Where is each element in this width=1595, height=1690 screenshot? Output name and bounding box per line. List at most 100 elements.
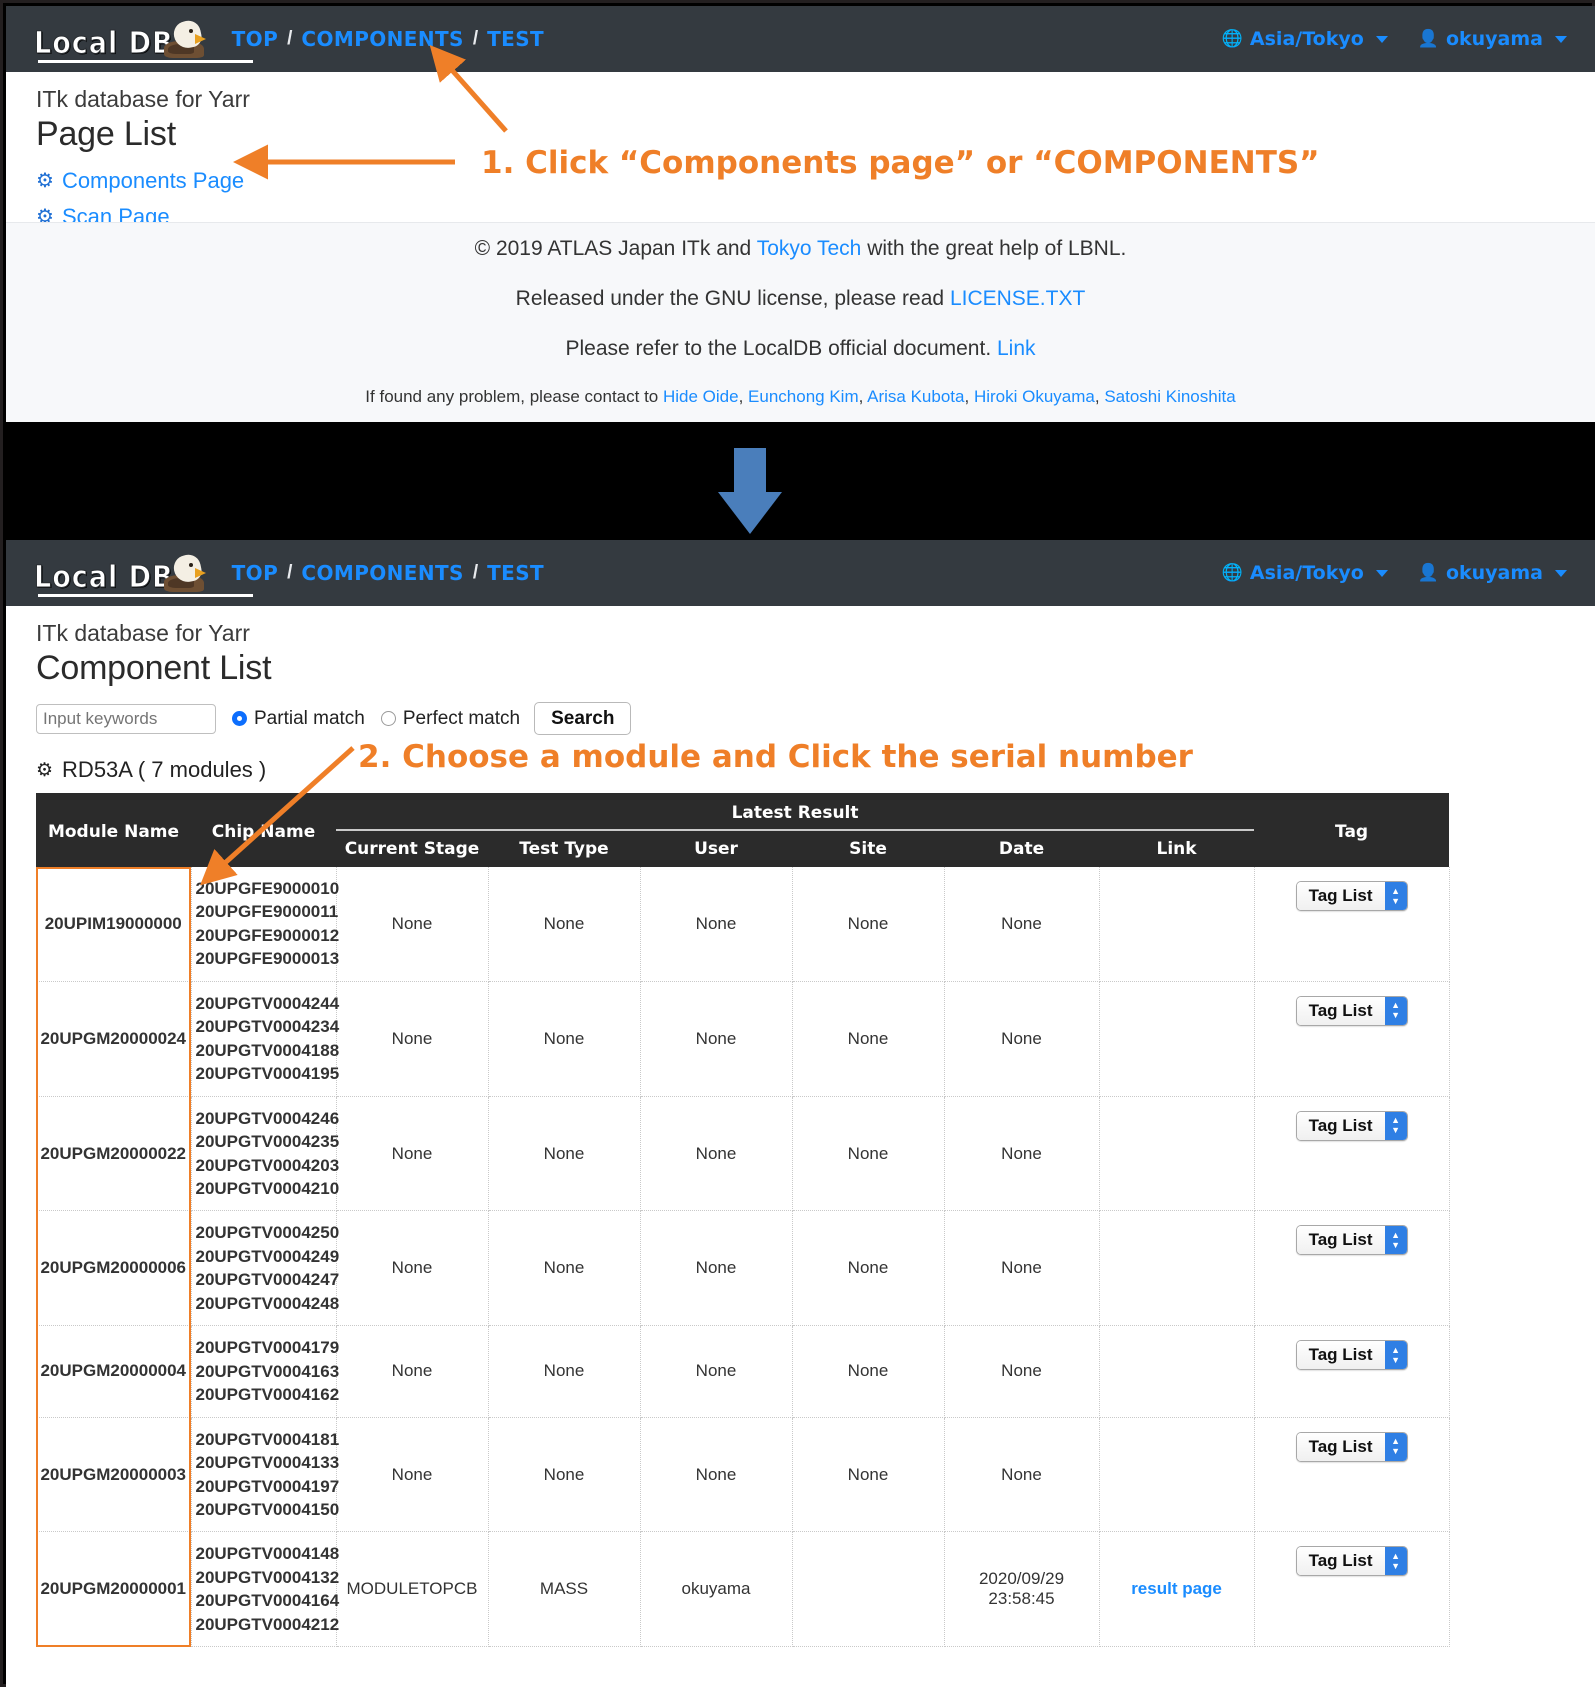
contact-link[interactable]: Satoshi Kinoshita [1104,387,1235,406]
col-link: Link [1099,830,1255,867]
breadcrumb-top[interactable]: TOP [232,27,279,51]
logo-text: Local DB [34,26,174,62]
cell-user: None [640,1417,793,1533]
user-menu[interactable]: 👤 okuyama [1418,562,1567,584]
col-latest-result-group: Latest Result [336,793,1255,831]
chip-name-link[interactable]: 20UPGTV0004164 [196,1589,340,1612]
timezone-menu[interactable]: 🌐 Asia/Tokyo [1222,562,1388,584]
breadcrumb-components[interactable]: COMPONENTS [301,27,463,51]
screenshot-frame: Local DB TOP / COMPONENTS / TEST 🌐 Asia/… [0,0,1595,1687]
module-name-link[interactable]: 20UPGM20000001 [36,1531,192,1648]
chip-name-link[interactable]: 20UPGTV0004163 [196,1360,340,1383]
chip-name-link[interactable]: 20UPGTV0004203 [196,1154,340,1177]
contact-link[interactable]: Hide Oide [663,387,739,406]
tag-list-dropdown[interactable]: Tag List ▲ ▼ [1295,1340,1408,1371]
chip-name-link[interactable]: 20UPGTV0004162 [196,1383,340,1406]
cell-current-stage: MODULETOPCB [336,1531,489,1648]
tag-list-dropdown[interactable]: Tag List ▲ ▼ [1295,1110,1408,1141]
perfect-match-radio[interactable]: Perfect match [380,707,521,730]
chip-name-link[interactable]: 20UPGTV0004244 [196,992,340,1015]
chip-name-link[interactable]: 20UPGTV0004210 [196,1177,340,1200]
breadcrumb: TOP / COMPONENTS / TEST [232,27,544,51]
chip-name-list[interactable]: 20UPGTV0004250 20UPGTV0004249 20UPGTV00042… [191,1210,340,1327]
chip-name-link[interactable]: 20UPGTV0004248 [196,1292,340,1315]
module-name-link[interactable]: 20UPGM20000003 [36,1417,192,1533]
chip-name-list[interactable]: 20UPGTV0004179 20UPGTV0004163 20UPGTV00041… [191,1325,340,1418]
footer-license: Released under the GNU license, please r… [515,287,1086,310]
component-table-body: 20UPIM19000000 20UPGFE9000010 20UPGFE90000… [36,867,1450,1648]
module-name-link[interactable]: 20UPGM20000006 [36,1210,192,1327]
breadcrumb-components[interactable]: COMPONENTS [301,561,463,585]
chip-name-link[interactable]: 20UPGTV0004212 [196,1613,340,1636]
chevron-down-icon [1555,35,1567,43]
module-name-link[interactable]: 20UPGM20000004 [36,1325,192,1418]
chip-name-list[interactable]: 20UPGTV0004181 20UPGTV0004133 20UPGTV00041… [191,1417,340,1533]
chip-name-link[interactable]: 20UPGTV0004148 [196,1542,340,1565]
gear-icon: ⚙ [36,170,54,192]
chip-name-link[interactable]: 20UPGFE9000012 [196,924,340,947]
localdb-logo[interactable]: Local DB [34,17,253,63]
search-button[interactable]: Search [534,702,632,735]
search-input[interactable] [36,703,216,734]
cell-date: None [944,1096,1100,1212]
module-name-link[interactable]: 20UPIM19000000 [36,867,192,982]
breadcrumb-test[interactable]: TEST [487,561,544,585]
chip-name-list[interactable]: 20UPGFE9000010 20UPGFE9000011 20UPGFE90000… [191,867,340,982]
table-row: 20UPGM20000024 20UPGTV0004244 20UPGTV00042… [36,981,1450,1097]
chip-name-link[interactable]: 20UPGTV0004234 [196,1015,340,1038]
license-link[interactable]: LICENSE.TXT [950,287,1085,310]
tokyo-tech-link[interactable]: Tokyo Tech [757,237,862,260]
breadcrumb-top[interactable]: TOP [232,561,279,585]
chip-name-link[interactable]: 20UPGTV0004132 [196,1566,340,1589]
chip-name-link[interactable]: 20UPGTV0004179 [196,1336,340,1359]
breadcrumb-test[interactable]: TEST [487,27,544,51]
tag-list-dropdown[interactable]: Tag List ▲ ▼ [1295,881,1408,911]
cell-link[interactable]: result page [1099,1531,1255,1648]
chip-name-link[interactable]: 20UPGFE9000011 [196,900,339,923]
contact-link[interactable]: Arisa Kubota [867,387,964,406]
cell-user: None [640,1325,793,1418]
tag-list-dropdown[interactable]: Tag List ▲ ▼ [1295,1431,1408,1462]
localdb-logo[interactable]: Local DB [34,551,253,597]
chip-name-link[interactable]: 20UPGTV0004150 [196,1498,340,1521]
down-arrow-icon [718,448,782,534]
chip-name-link[interactable]: 20UPGTV0004197 [196,1475,340,1498]
chip-name-list[interactable]: 20UPGTV0004148 20UPGTV0004132 20UPGTV00041… [191,1531,340,1648]
chip-name-link[interactable]: 20UPGTV0004247 [196,1268,340,1291]
cell-test-type: None [488,1210,641,1327]
chip-name-link[interactable]: 20UPGFE9000013 [196,947,340,970]
page-subtitle: ITk database for Yarr [36,86,250,112]
partial-match-label: Partial match [254,707,365,729]
chip-name-link[interactable]: 20UPGTV0004250 [196,1221,340,1244]
partial-match-radio[interactable]: Partial match [232,708,365,730]
chip-name-link[interactable]: 20UPGFE9000010 [196,877,340,900]
contact-link[interactable]: Hiroki Okuyama [974,387,1095,406]
chip-name-link[interactable]: 20UPGTV0004235 [196,1130,340,1153]
user-menu[interactable]: 👤 okuyama [1418,28,1567,50]
perfect-match-label: Perfect match [402,707,521,729]
contact-link[interactable]: Eunchong Kim [748,387,859,406]
result-page-link[interactable]: result page [1131,1579,1222,1598]
cell-current-stage: None [336,981,489,1097]
chip-name-link[interactable]: 20UPGTV0004249 [196,1245,340,1268]
components-page-link[interactable]: Components Page [62,168,244,194]
chip-name-link[interactable]: 20UPGTV0004133 [196,1451,340,1474]
module-name-link[interactable]: 20UPGM20000022 [36,1096,192,1212]
chip-name-link[interactable]: 20UPGTV0004195 [196,1062,340,1085]
chip-name-list[interactable]: 20UPGTV0004246 20UPGTV0004235 20UPGTV00042… [191,1096,340,1212]
module-name-link[interactable]: 20UPGM20000024 [36,981,192,1097]
chip-name-link[interactable]: 20UPGTV0004188 [196,1039,340,1062]
cell-link [1099,1096,1255,1212]
tag-list-dropdown[interactable]: Tag List ▲ ▼ [1295,995,1408,1026]
page-subtitle: ITk database for Yarr [36,620,250,646]
document-link[interactable]: Link [997,337,1036,360]
chip-name-list[interactable]: 20UPGTV0004244 20UPGTV0004234 20UPGTV00041… [191,981,340,1097]
chip-name-link[interactable]: 20UPGTV0004181 [196,1428,340,1451]
table-row: 20UPIM19000000 20UPGFE9000010 20UPGFE90000… [36,867,1450,982]
cell-tag: Tag List ▲ ▼ [1254,1096,1450,1212]
chip-name-link[interactable]: 20UPGTV0004246 [196,1107,340,1130]
breadcrumb-separator: / [287,28,293,49]
tag-list-dropdown[interactable]: Tag List ▲ ▼ [1295,1225,1408,1256]
tag-list-dropdown[interactable]: Tag List ▲ ▼ [1295,1546,1408,1577]
timezone-menu[interactable]: 🌐 Asia/Tokyo [1222,28,1388,50]
